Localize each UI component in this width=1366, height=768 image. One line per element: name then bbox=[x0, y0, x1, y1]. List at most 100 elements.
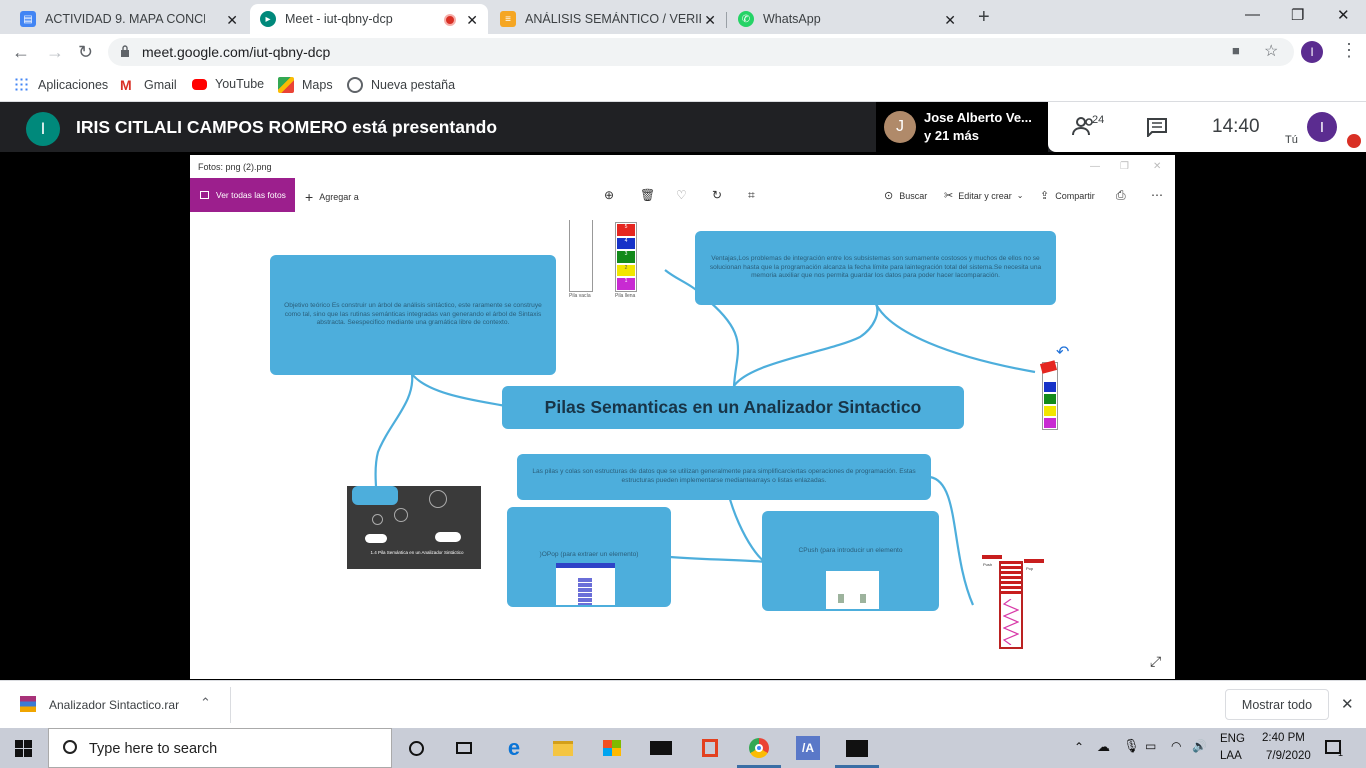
star-icon[interactable]: ☆ bbox=[1264, 41, 1278, 61]
forward-button[interactable]: → bbox=[46, 42, 64, 63]
clock-date[interactable]: 7/9/2020 bbox=[1266, 750, 1311, 762]
close-icon[interactable]: ✕ bbox=[466, 12, 478, 29]
network-icon[interactable]: ☁ bbox=[1097, 739, 1110, 755]
divider bbox=[230, 687, 231, 723]
close-downloads-button[interactable]: ✕ bbox=[1341, 695, 1354, 713]
menu-icon[interactable]: ⋮ bbox=[1340, 40, 1358, 61]
delete-icon[interactable]: 🗑 bbox=[640, 188, 655, 202]
edit-create-button[interactable]: ✂ Editar y crear ⌄ bbox=[944, 189, 1023, 202]
task-view-icon[interactable] bbox=[452, 736, 476, 760]
blog-icon: ≡ bbox=[500, 11, 516, 27]
wifi-icon[interactable]: ◠ bbox=[1171, 739, 1181, 753]
windows-start-icon[interactable] bbox=[15, 740, 32, 757]
mail-icon[interactable] bbox=[649, 736, 673, 760]
battery-icon[interactable]: ▭ bbox=[1145, 739, 1156, 753]
fullscreen-icon[interactable]: ⤢ bbox=[1150, 653, 1161, 670]
minimize-button[interactable]: — bbox=[1245, 6, 1260, 23]
language-code[interactable]: ENG bbox=[1220, 733, 1245, 745]
circle-icon bbox=[372, 514, 383, 525]
cloud-icon bbox=[435, 532, 461, 542]
tab-analisis[interactable]: ≡ ANÁLISIS SEMÁNTICO / VERIFICACIÓN ✕ bbox=[490, 4, 726, 34]
chevron-down-icon: ⌄ bbox=[1016, 191, 1024, 200]
push-bar bbox=[982, 555, 1002, 559]
add-to-button[interactable]: + Agregar a bbox=[305, 189, 359, 205]
advantages-text: Ventajas,Los problemas de integración en… bbox=[709, 255, 1042, 280]
new-tab-button[interactable]: + bbox=[978, 6, 990, 29]
close-icon[interactable]: ✕ bbox=[704, 12, 716, 29]
stacks-text: Las pilas y colas son estructuras de dat… bbox=[532, 468, 916, 484]
keyboard-layout[interactable]: LAA bbox=[1220, 750, 1242, 762]
bookmark-new-tab[interactable]: Nueva pestaña bbox=[347, 77, 455, 93]
microphone-icon[interactable]: 🎙 bbox=[1123, 738, 1140, 754]
bookmark-apps[interactable]: Aplicaciones bbox=[14, 77, 108, 93]
photo-viewer-window: Fotos: png (2).png — ❐ ✕ Ver todas las f… bbox=[190, 155, 1175, 679]
pop-label: Pop bbox=[1026, 566, 1034, 571]
file-explorer-icon[interactable] bbox=[551, 736, 575, 760]
zoom-icon[interactable]: ⊕ bbox=[604, 188, 614, 202]
app-icon[interactable]: /A bbox=[796, 736, 820, 760]
clock-time[interactable]: 2:40 PM bbox=[1262, 732, 1305, 744]
advantages-node: Ventajas,Los problemas de integración en… bbox=[695, 231, 1056, 305]
speaker-others: y 21 más bbox=[924, 128, 979, 143]
office-icon[interactable] bbox=[698, 736, 722, 760]
chrome-icon[interactable] bbox=[747, 736, 771, 760]
cortana-icon[interactable] bbox=[404, 736, 428, 760]
download-item[interactable]: Analizador Sintactico.rar bbox=[49, 698, 179, 712]
bookmark-youtube[interactable]: YouTube bbox=[192, 77, 264, 91]
plus-icon: + bbox=[305, 189, 314, 205]
add-to-label: Agregar a bbox=[319, 192, 359, 202]
chat-icon[interactable] bbox=[1146, 117, 1168, 137]
stack-bar bbox=[838, 594, 844, 603]
share-icon: ⇪ bbox=[1040, 190, 1050, 202]
close-icon[interactable]: ✕ bbox=[944, 12, 956, 29]
viewer-maximize-button[interactable]: ❐ bbox=[1120, 161, 1129, 172]
address-bar[interactable]: meet.google.com/iut-qbny-dcp ■ ☆ bbox=[108, 38, 1294, 66]
tab-strip: ▤ ACTIVIDAD 9. MAPA CONCEPTUAL ✕ ▸ Meet … bbox=[0, 0, 1366, 34]
taskbar-search[interactable]: Type here to search bbox=[48, 728, 392, 768]
tab-actividad[interactable]: ▤ ACTIVIDAD 9. MAPA CONCEPTUAL ✕ bbox=[10, 4, 248, 34]
close-window-button[interactable]: ✕ bbox=[1337, 6, 1350, 24]
reload-button[interactable]: ↻ bbox=[78, 42, 93, 63]
bookmark-label: Aplicaciones bbox=[38, 78, 109, 92]
restore-button[interactable]: ❐ bbox=[1291, 6, 1304, 24]
bookmark-maps[interactable]: Maps bbox=[278, 77, 333, 93]
volume-icon[interactable]: 🔊 bbox=[1192, 739, 1207, 753]
photos-icon[interactable] bbox=[845, 736, 869, 760]
heart-icon[interactable]: ♡ bbox=[676, 188, 687, 202]
edit-label: Editar y crear bbox=[958, 190, 1012, 201]
search-button[interactable]: ⊙ Buscar bbox=[884, 189, 927, 202]
close-icon[interactable]: ✕ bbox=[226, 12, 238, 29]
self-avatar[interactable]: I bbox=[1307, 112, 1337, 142]
camera-icon[interactable]: ■ bbox=[1232, 43, 1240, 58]
circle-icon bbox=[429, 490, 447, 508]
profile-avatar[interactable]: I bbox=[1301, 41, 1323, 63]
meet-icon: ▸ bbox=[260, 11, 276, 27]
active-speaker[interactable]: J Jose Alberto Ve... y 21 más bbox=[876, 102, 1048, 152]
share-button[interactable]: ⇪ Compartir bbox=[1040, 189, 1095, 202]
tab-whatsapp[interactable]: ✆ WhatsApp ✕ bbox=[728, 4, 966, 34]
viewer-minimize-button[interactable]: — bbox=[1090, 161, 1100, 172]
empty-stack-diagram bbox=[569, 220, 593, 292]
more-options-icon[interactable]: ⋯ bbox=[1151, 188, 1163, 202]
store-icon[interactable] bbox=[600, 736, 624, 760]
viewer-close-button[interactable]: ✕ bbox=[1153, 161, 1161, 172]
stack-full-label: Pila llena bbox=[615, 293, 636, 299]
downloads-bar: Analizador Sintactico.rar ⌃ Mostrar todo… bbox=[0, 680, 1366, 728]
back-button[interactable]: ← bbox=[12, 42, 30, 63]
edge-icon[interactable]: e bbox=[502, 735, 526, 760]
chevron-up-icon[interactable]: ⌃ bbox=[200, 695, 211, 711]
tab-title: ACTIVIDAD 9. MAPA CONCEPTUAL bbox=[45, 12, 205, 26]
all-photos-button[interactable]: Ver todas las fotos bbox=[190, 178, 295, 212]
self-label: Tú bbox=[1285, 134, 1298, 146]
show-all-button[interactable]: Mostrar todo bbox=[1225, 689, 1329, 720]
print-icon[interactable]: ⎙ bbox=[1116, 188, 1126, 203]
crop-icon[interactable]: ⌗ bbox=[748, 188, 755, 203]
central-topic-text: Pilas Semanticas en un Analizador Sintac… bbox=[544, 397, 922, 417]
maps-icon bbox=[278, 77, 294, 93]
bookmark-gmail[interactable]: M Gmail bbox=[120, 77, 177, 93]
rotate-icon[interactable]: ↻ bbox=[712, 188, 722, 202]
tab-meet[interactable]: ▸ Meet - iut-qbny-dcp ✕ bbox=[250, 4, 488, 34]
lock-icon bbox=[121, 45, 129, 57]
stack-level-1 bbox=[1044, 418, 1056, 428]
chevron-up-icon[interactable]: ⌃ bbox=[1074, 740, 1084, 754]
